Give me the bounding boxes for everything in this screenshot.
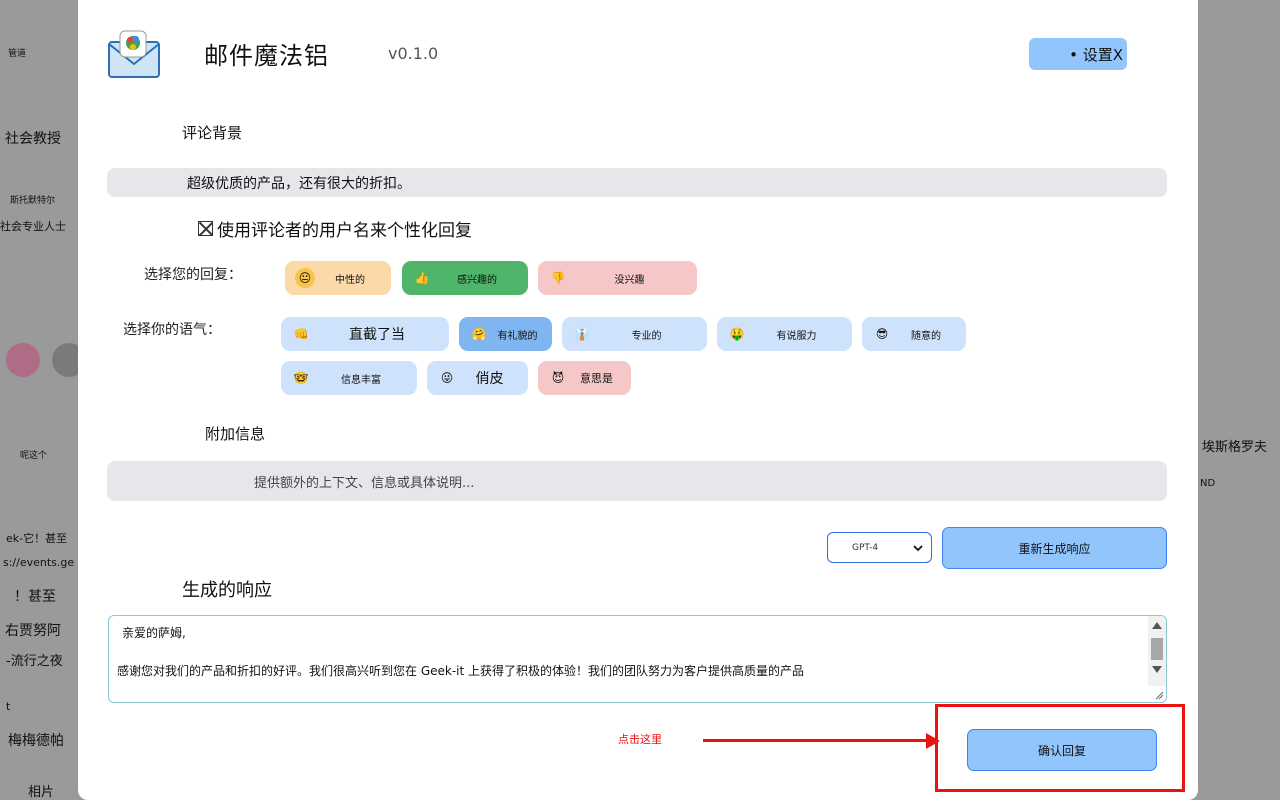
mail-logo-icon [108, 30, 160, 78]
bg-item: 管道 [8, 49, 27, 59]
scrollbar-thumb[interactable] [1151, 638, 1163, 660]
bg-item: 埃斯格罗夫 [1202, 440, 1268, 455]
tone-choice-label: 选择你的语气： [123, 322, 221, 338]
tone-option-label: 直截了当 [349, 327, 405, 343]
app-title: 邮件魔法铝 [204, 42, 329, 70]
reply-option-neutral[interactable]: 😐 中性的 [285, 261, 391, 295]
bg-item: 社会教授 [5, 131, 61, 147]
reply-generator-modal: 邮件魔法铝 v0.1.0 • 设置X 评论背景 超级优质的产品，还有很大的折扣。… [78, 0, 1198, 800]
personalize-checkbox[interactable] [198, 221, 213, 236]
scroll-down-icon[interactable] [1152, 666, 1162, 673]
review-background-value: 超级优质的产品，还有很大的折扣。 [187, 175, 411, 192]
confirm-reply-label: 确认回复 [1037, 743, 1086, 758]
bg-item: 呢这个 [20, 451, 48, 461]
annotation-arrow [703, 739, 933, 742]
bg-item: ！甚至 [14, 589, 56, 605]
devil-face-icon: 😈 [551, 371, 565, 385]
reply-option-label: 中性的 [335, 274, 365, 286]
hug-face-icon: 🤗 [471, 327, 487, 341]
confirm-reply-button[interactable]: 确认回复 [967, 729, 1157, 771]
tone-option-label: 俏皮 [475, 371, 504, 387]
bg-item: 相片 [28, 785, 55, 800]
additional-info-input[interactable]: 提供额外的上下文、信息或具体说明... [107, 461, 1167, 501]
reply-choice-label: 选择您的回复： [144, 267, 242, 283]
tone-option-informative[interactable]: 🤓 信息丰富 [281, 361, 417, 395]
tone-option-persuasive[interactable]: 🤑 有说服力 [717, 317, 852, 351]
tone-option-mean[interactable]: 😈 意思是 [538, 361, 631, 395]
model-select-value: GPT-4 [852, 542, 879, 553]
bg-item: s://events.ge [3, 556, 75, 569]
personalize-option[interactable]: 使用评论者的用户名来个性化回复 [198, 216, 472, 241]
bg-item: ND [1200, 478, 1216, 489]
bg-item: 右贾努阿 [5, 623, 61, 639]
neutral-face-icon: 😐 [295, 268, 315, 288]
response-greeting: 亲爱的萨姆, [122, 626, 186, 640]
model-select[interactable]: GPT-4 [827, 532, 932, 563]
tongue-face-icon: 😜 [440, 371, 454, 385]
tone-option-polite[interactable]: 🤗 有礼貌的 [459, 317, 552, 351]
thumbs-up-icon: 👍 [414, 271, 430, 285]
response-body: 感谢您对我们的产品和折扣的好评。我们很高兴听到您在 Geek-it 上获得了积极… [117, 664, 805, 678]
review-background-label: 评论背景 [182, 124, 243, 142]
bg-item: 梅梅德帕 [8, 733, 64, 749]
additional-info-placeholder: 提供额外的上下文、信息或具体说明... [254, 475, 475, 491]
tone-option-label: 有说服力 [776, 330, 817, 342]
reply-option-label: 没兴趣 [614, 274, 645, 286]
settings-button[interactable]: • 设置X [1029, 38, 1127, 70]
suit-icon: 👔 [574, 327, 590, 341]
fist-icon: 👊 [293, 327, 309, 341]
bg-item: 斯托默特尔 [10, 196, 56, 206]
regenerate-label: 重新生成响应 [1018, 541, 1091, 556]
bg-item: ek-它！甚至 [6, 532, 68, 545]
tone-option-playful[interactable]: 😜 俏皮 [427, 361, 528, 395]
generated-response-label: 生成的响应 [182, 580, 272, 601]
background-right-panel: 埃斯格罗夫 ND [1198, 0, 1280, 800]
click-here-annotation: 点击这里 [618, 733, 662, 746]
nerd-face-icon: 🤓 [293, 371, 309, 385]
bg-item: 社会专业人士 [0, 220, 66, 233]
tone-option-label: 专业的 [631, 330, 662, 342]
response-scrollbar[interactable] [1148, 616, 1166, 686]
background-left-panel: 管道 社会教授 斯托默特尔 社会专业人士 呢这个 ek-它！甚至 s://eve… [0, 0, 86, 800]
instagram-icon [6, 343, 40, 377]
tone-option-label: 信息丰富 [341, 374, 381, 386]
tone-option-professional[interactable]: 👔 专业的 [562, 317, 707, 351]
tone-option-direct[interactable]: 👊 直截了当 [281, 317, 449, 351]
reply-option-interested[interactable]: 👍 感兴趣的 [402, 261, 528, 295]
review-background-field[interactable]: 超级优质的产品，还有很大的折扣。 [107, 168, 1167, 197]
tone-option-label: 意思是 [580, 372, 613, 385]
tone-option-casual[interactable]: 😎 随意的 [862, 317, 966, 351]
thumbs-down-icon: 👎 [550, 271, 566, 285]
reply-option-not-interested[interactable]: 👎 没兴趣 [538, 261, 697, 295]
bg-item: t [6, 700, 11, 713]
regenerate-button[interactable]: 重新生成响应 [942, 527, 1167, 569]
tone-option-label: 有礼貌的 [497, 330, 538, 342]
chevron-down-icon [913, 544, 923, 551]
app-version: v0.1.0 [388, 44, 439, 63]
scroll-up-icon[interactable] [1152, 622, 1162, 629]
generated-response-textarea[interactable]: 亲爱的萨姆, 感谢您对我们的产品和折扣的好评。我们很高兴听到您在 Geek-it… [108, 615, 1167, 703]
bg-item: -流行之夜 [6, 654, 63, 669]
money-face-icon: 🤑 [729, 327, 745, 341]
tone-option-label: 随意的 [911, 330, 941, 342]
resize-handle-icon[interactable] [1154, 690, 1164, 700]
additional-info-label: 附加信息 [205, 425, 266, 443]
sunglasses-face-icon: 😎 [875, 327, 889, 341]
personalize-label: 使用评论者的用户名来个性化回复 [217, 221, 472, 241]
reply-option-label: 感兴趣的 [457, 274, 497, 286]
